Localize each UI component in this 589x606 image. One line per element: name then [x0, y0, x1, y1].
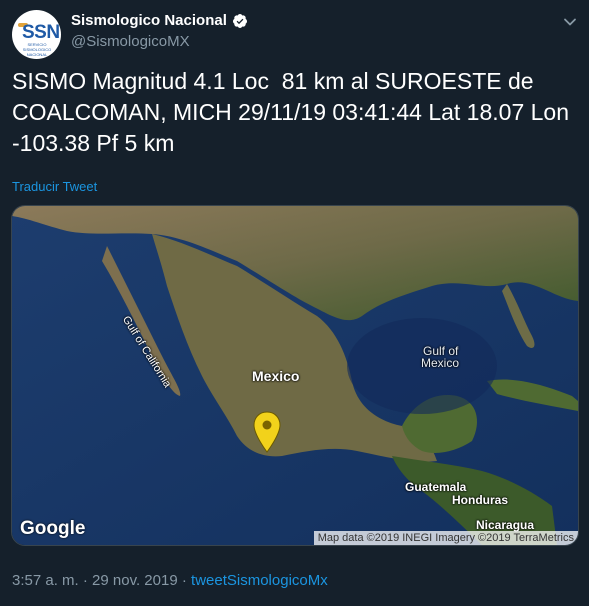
chevron-down-icon[interactable] [562, 14, 578, 30]
tweet-date[interactable]: 29 nov. 2019 [92, 572, 178, 589]
avatar-logo-text: SSN [22, 22, 60, 43]
tweet-footer: 3:57 a. m. · 29 nov. 2019 · tweetSismolo… [12, 572, 328, 589]
map-label-mexico: Mexico [252, 368, 300, 384]
footer-separator: · [82, 572, 88, 589]
map-label-gulf-of-mexico-line2: Mexico [421, 356, 460, 370]
tweet-source-link[interactable]: tweetSismologicoMx [191, 572, 328, 589]
translate-tweet-link[interactable]: Traducir Tweet [12, 179, 97, 194]
account-handle[interactable]: @SismologicoMX [71, 33, 190, 50]
account-name[interactable]: Sismologico Nacional [71, 12, 227, 29]
google-logo: Google [20, 518, 86, 539]
verified-badge-icon [233, 14, 247, 28]
footer-separator-2: · [181, 572, 187, 589]
map-label-honduras: Honduras [452, 493, 509, 507]
location-pin-icon [253, 411, 281, 453]
tweet-text: SISMO Magnitud 4.1 Loc 81 km al SUROESTE… [12, 68, 576, 156]
map-label-guatemala: Guatemala [405, 480, 467, 494]
avatar-logo-subtext: SERVICIO SISMOLOGICO NACIONAL [22, 42, 52, 57]
avatar[interactable]: SSN SERVICIO SISMOLOGICO NACIONAL [12, 10, 61, 59]
map-preview[interactable]: Gulf of California Mexico Gulf of Mexico… [11, 205, 579, 546]
map-label-nicaragua: Nicaragua [476, 518, 535, 532]
tweet-time[interactable]: 3:57 a. m. [12, 572, 79, 589]
map-attribution[interactable]: Map data ©2019 INEGI Imagery ©2019 Terra… [313, 531, 578, 545]
